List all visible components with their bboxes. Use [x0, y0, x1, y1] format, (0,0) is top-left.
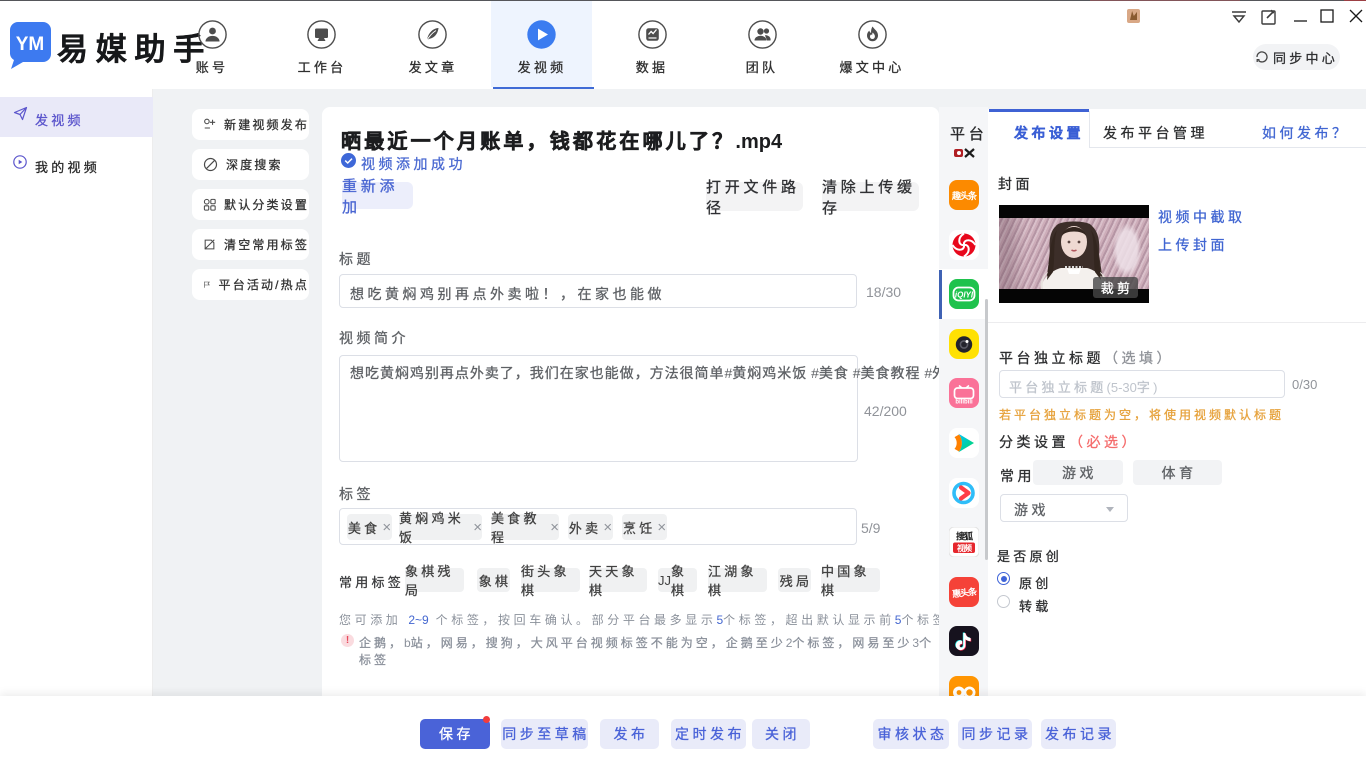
svg-text:iQIYI: iQIYI	[955, 291, 974, 300]
svg-text:YM: YM	[16, 34, 45, 55]
svg-text:bilibili: bilibili	[955, 400, 973, 406]
svg-text:视频: 视频	[957, 543, 972, 553]
svg-text:趣头条: 趣头条	[951, 190, 978, 201]
svg-text:搜狐: 搜狐	[956, 531, 973, 542]
